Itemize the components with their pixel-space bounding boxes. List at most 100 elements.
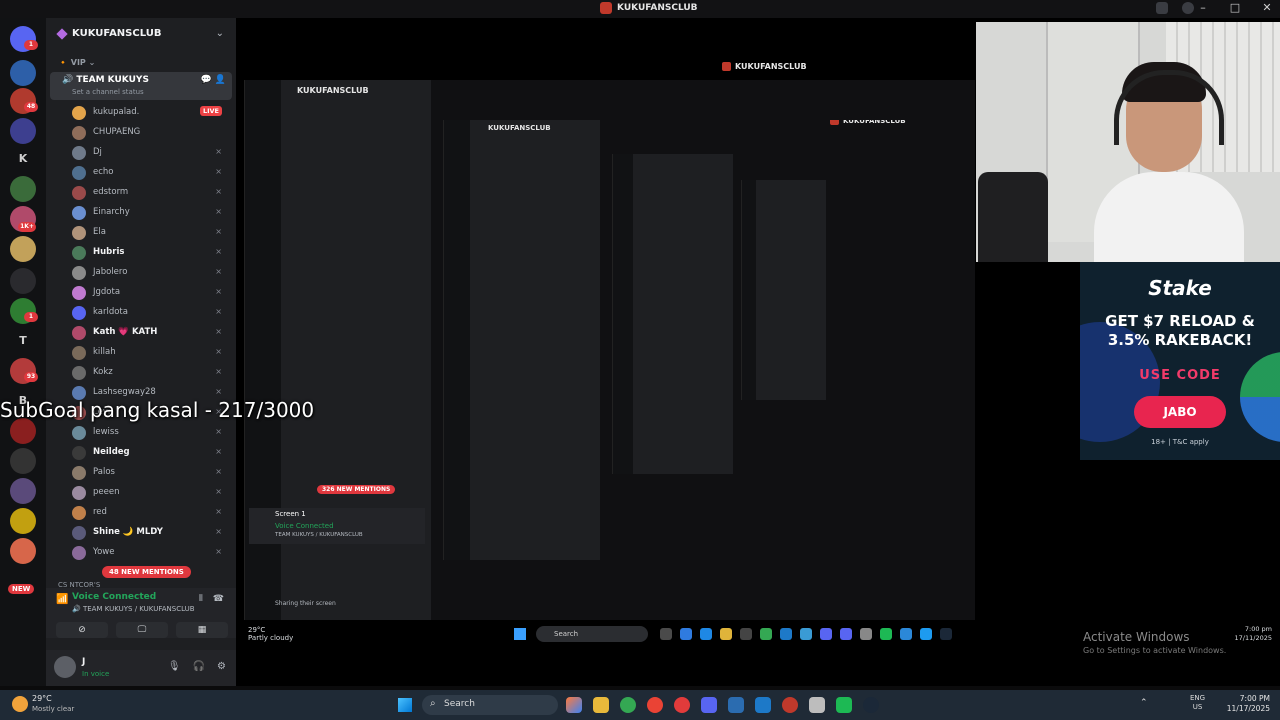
chrome-icon[interactable] bbox=[647, 697, 663, 713]
weather-temp[interactable]: 29°C bbox=[32, 694, 52, 703]
camera-off-button[interactable]: ⊘ bbox=[56, 622, 108, 638]
disconnect-icon[interactable]: ☎ bbox=[213, 594, 224, 604]
voice-member[interactable]: kukupalad. LIVE bbox=[72, 102, 232, 122]
voice-member[interactable]: Palos ⨯ bbox=[72, 462, 232, 482]
deafened-icon: ⨯ bbox=[215, 327, 222, 336]
live-badge: LIVE bbox=[199, 106, 222, 116]
voice-member[interactable]: Dj ⨯ bbox=[72, 142, 232, 162]
close-button[interactable]: ✕ bbox=[1260, 1, 1274, 14]
deafened-icon: ⨯ bbox=[215, 267, 222, 276]
activities-button[interactable]: ▦ bbox=[176, 622, 228, 638]
copilot-icon[interactable] bbox=[566, 697, 582, 713]
language-indicator[interactable]: ENG US bbox=[1190, 694, 1205, 712]
server-header[interactable]: KUKUFANSCLUB ⌄ bbox=[46, 22, 236, 46]
voice-member[interactable]: killah ⨯ bbox=[72, 342, 232, 362]
signal-icon[interactable]: 📶 bbox=[56, 594, 68, 605]
chevron-down-icon[interactable]: ⌄ bbox=[216, 28, 224, 39]
server-icon[interactable] bbox=[10, 118, 36, 144]
voice-member[interactable]: Ela ⨯ bbox=[72, 222, 232, 242]
mirrored-voice-location: TEAM KUKUYS / KUKUFANSCLUB bbox=[275, 532, 363, 538]
voice-member[interactable]: Kath 💗 KATH ⨯ bbox=[72, 322, 232, 342]
voice-member[interactable]: karldota ⨯ bbox=[72, 302, 232, 322]
member-name: Hubris bbox=[93, 247, 125, 257]
wheel-graphic bbox=[1240, 352, 1280, 442]
chat-icon[interactable]: 💬 👤 bbox=[201, 75, 226, 85]
maximize-button[interactable]: □ bbox=[1228, 1, 1242, 14]
file-explorer-icon[interactable] bbox=[593, 697, 609, 713]
voice-member[interactable]: Yowe ⨯ bbox=[72, 542, 232, 562]
screen-share-button[interactable]: 🖵 bbox=[116, 622, 168, 638]
chrome-icon[interactable] bbox=[782, 697, 798, 713]
inbox-icon[interactable] bbox=[1156, 2, 1168, 14]
deafened-icon: ⨯ bbox=[215, 367, 222, 376]
server-icon-letter[interactable]: K bbox=[10, 146, 36, 172]
voice-member[interactable]: Neildeg ⨯ bbox=[72, 442, 232, 462]
new-unread-pill[interactable]: NEW bbox=[8, 584, 35, 594]
voice-member[interactable]: Shine 🌙 MLDY ⨯ bbox=[72, 522, 232, 542]
voice-member[interactable]: echo ⨯ bbox=[72, 162, 232, 182]
voice-member[interactable]: Hubris ⨯ bbox=[72, 242, 232, 262]
voice-member[interactable]: edstorm ⨯ bbox=[72, 182, 232, 202]
calculator-icon[interactable] bbox=[728, 697, 744, 713]
mirror-title: KUKUFANSCLUB bbox=[722, 62, 807, 71]
ad-headline: GET $7 RELOAD & 3.5% RAKEBACK! bbox=[1105, 312, 1255, 349]
app-icon[interactable] bbox=[836, 697, 852, 713]
chrome-icon[interactable] bbox=[674, 697, 690, 713]
help-icon[interactable] bbox=[1182, 2, 1194, 14]
discord-icon[interactable] bbox=[701, 697, 717, 713]
server-badge: 93 bbox=[24, 372, 38, 382]
taskbar-clock[interactable]: 7:00 PM 11/17/2025 bbox=[1222, 694, 1270, 714]
member-name: edstorm bbox=[93, 187, 129, 197]
server-icon[interactable] bbox=[10, 448, 36, 474]
weather-condition[interactable]: Mostly clear bbox=[32, 705, 74, 713]
chrome-icon[interactable] bbox=[620, 697, 636, 713]
server-icon[interactable] bbox=[10, 60, 36, 86]
server-icon[interactable] bbox=[10, 508, 36, 534]
app-icon[interactable] bbox=[755, 697, 771, 713]
ad-terms: 18+ | T&C apply bbox=[1151, 438, 1209, 446]
voice-member[interactable]: Jabolero ⨯ bbox=[72, 262, 232, 282]
user-status: In voice bbox=[82, 670, 110, 678]
voice-member[interactable]: CHUPAENG bbox=[72, 122, 232, 142]
channel-status[interactable]: Set a channel status bbox=[72, 88, 144, 96]
voice-member[interactable]: Einarchy ⨯ bbox=[72, 202, 232, 222]
server-icon-letter[interactable]: T bbox=[10, 328, 36, 354]
taskbar-search[interactable]: ⌕ Search bbox=[422, 695, 558, 715]
weather-icon[interactable] bbox=[12, 696, 28, 712]
settings-gear-icon[interactable]: ⚙ bbox=[217, 661, 226, 672]
server-icon[interactable] bbox=[10, 538, 36, 564]
server-icon[interactable] bbox=[10, 236, 36, 262]
start-button[interactable] bbox=[398, 698, 412, 712]
avatar[interactable] bbox=[54, 656, 76, 678]
noise-suppression-icon[interactable]: ⫴ bbox=[199, 594, 203, 604]
avatar bbox=[72, 286, 86, 300]
minimize-button[interactable]: – bbox=[1196, 1, 1210, 14]
voice-member[interactable]: Jgdota ⨯ bbox=[72, 282, 232, 302]
member-name: kukupalad. bbox=[93, 107, 140, 117]
headphones-icon[interactable]: 🎧 bbox=[193, 661, 205, 672]
voice-member[interactable]: peeen ⨯ bbox=[72, 482, 232, 502]
server-icon[interactable] bbox=[10, 478, 36, 504]
voice-member[interactable]: Kokz ⨯ bbox=[72, 362, 232, 382]
avatar bbox=[72, 266, 86, 280]
voice-member[interactable]: lewiss ⨯ bbox=[72, 422, 232, 442]
avatar bbox=[72, 226, 86, 240]
avatar bbox=[72, 186, 86, 200]
chevron-up-icon[interactable]: ⌃ bbox=[1140, 698, 1148, 708]
avatar bbox=[72, 506, 86, 520]
voice-status: Voice Connected bbox=[72, 592, 157, 602]
voice-channel-team-kukuys[interactable]: 🔊 TEAM KUKUYS Set a channel status 💬 👤 bbox=[50, 72, 232, 100]
steam-icon[interactable] bbox=[863, 697, 879, 713]
server-icon[interactable] bbox=[10, 268, 36, 294]
avatar bbox=[72, 426, 86, 440]
voice-member[interactable]: red ⨯ bbox=[72, 502, 232, 522]
new-mentions-pill[interactable]: 48 NEW MENTIONS bbox=[102, 566, 191, 578]
promo-code-button: JABO bbox=[1134, 396, 1226, 428]
category-label[interactable]: 🔸 VIP ⌄ bbox=[58, 58, 95, 67]
server-icon[interactable] bbox=[10, 176, 36, 202]
member-name: karldota bbox=[93, 307, 128, 317]
voice-location[interactable]: 🔊 TEAM KUKUYS / KUKUFANSCLUB bbox=[72, 605, 195, 613]
member-name: Palos bbox=[93, 467, 115, 477]
microphone-icon[interactable]: 🎙 bbox=[168, 661, 181, 672]
snipping-tool-icon[interactable] bbox=[809, 697, 825, 713]
